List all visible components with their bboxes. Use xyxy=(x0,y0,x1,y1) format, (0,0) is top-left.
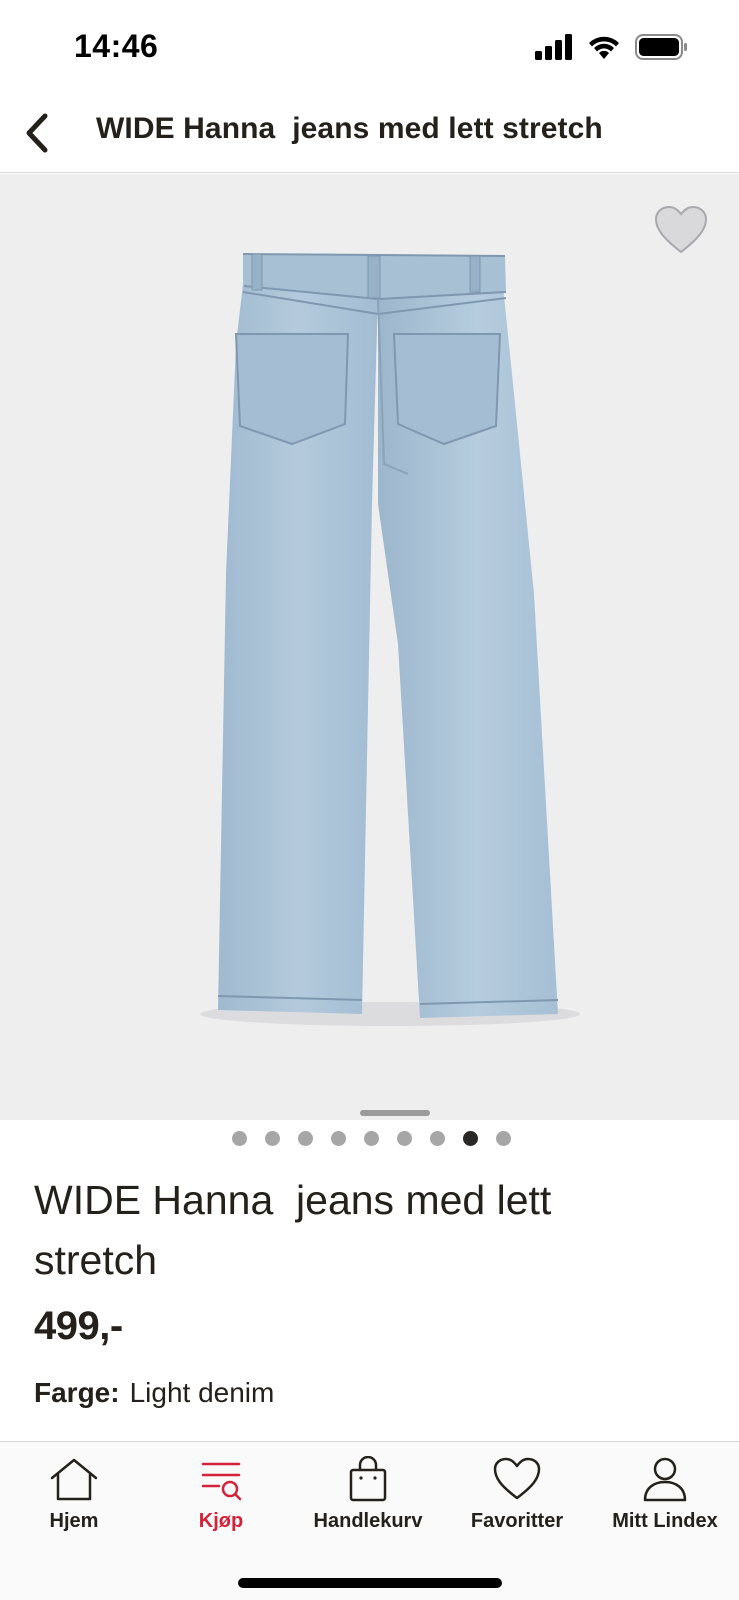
product-color-row: Farge: Light denim xyxy=(34,1377,274,1409)
tab-shop[interactable]: Kjøp xyxy=(151,1456,291,1533)
tab-cart[interactable]: Handlekurv xyxy=(298,1456,438,1533)
tab-favorites[interactable]: Favoritter xyxy=(447,1456,587,1533)
home-icon xyxy=(50,1458,98,1501)
favorite-button[interactable] xyxy=(653,204,709,256)
pagination-dot[interactable] xyxy=(298,1131,313,1146)
pagination-dot[interactable] xyxy=(331,1131,346,1146)
shop-search-icon xyxy=(201,1462,242,1501)
page-title: WIDE Hanna jeans med lett stretch xyxy=(96,112,603,145)
product-price: 499,- xyxy=(34,1304,123,1348)
status-bar: 14:46 xyxy=(0,0,739,98)
gallery-pagination xyxy=(0,1131,739,1146)
product-name: WIDE Hanna jeans med lett stretch xyxy=(34,1177,563,1283)
product-image-gallery[interactable] xyxy=(0,174,739,1120)
tab-label: Hjem xyxy=(49,1510,99,1532)
home-indicator[interactable] xyxy=(238,1578,502,1588)
pagination-dot-active[interactable] xyxy=(463,1131,478,1146)
pagination-dot[interactable] xyxy=(232,1131,247,1146)
nav-header: WIDE Hanna jeans med lett stretch xyxy=(0,98,739,173)
pagination-dot[interactable] xyxy=(397,1131,412,1146)
tab-home[interactable]: Hjem xyxy=(4,1456,144,1533)
heart-outline-icon xyxy=(654,205,708,254)
status-icons xyxy=(535,34,689,60)
wifi-icon xyxy=(589,36,619,59)
tab-label: Mitt Lindex xyxy=(612,1510,718,1532)
tab-label: Kjøp xyxy=(198,1510,244,1532)
image-scroll-handle[interactable] xyxy=(360,1110,430,1116)
tab-label: Handlekurv xyxy=(313,1510,423,1532)
color-label: Farge: xyxy=(34,1377,120,1408)
tab-my-lindex[interactable]: Mitt Lindex xyxy=(595,1456,735,1533)
pagination-dot[interactable] xyxy=(430,1131,445,1146)
chevron-left-icon xyxy=(26,113,48,153)
cellular-signal-icon xyxy=(535,34,572,60)
battery-icon xyxy=(635,34,687,60)
back-button[interactable] xyxy=(12,108,62,158)
pagination-dot[interactable] xyxy=(265,1131,280,1146)
color-value: Light denim xyxy=(129,1377,275,1408)
status-time: 14:46 xyxy=(74,28,159,64)
heart-icon xyxy=(493,1457,541,1500)
bottom-tab-bar: Hjem Kjøp Handlekurv Favoritter Mitt Lin… xyxy=(0,1441,739,1600)
pagination-dot[interactable] xyxy=(496,1131,511,1146)
shopping-bag-icon xyxy=(349,1456,387,1502)
pagination-dot[interactable] xyxy=(364,1131,379,1146)
product-photo-jeans xyxy=(200,253,580,1026)
tab-label: Favoritter xyxy=(470,1510,564,1532)
user-icon xyxy=(643,1457,687,1502)
